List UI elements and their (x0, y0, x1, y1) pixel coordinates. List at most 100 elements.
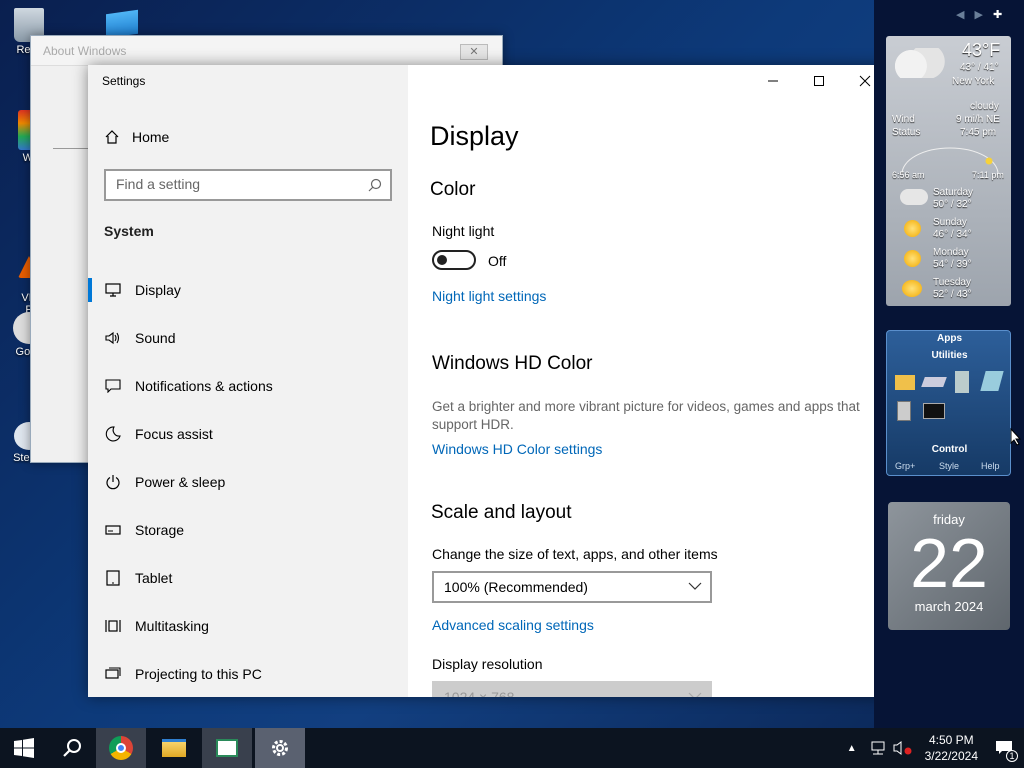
home-nav-item[interactable]: Home (104, 129, 169, 145)
temp-range: 43° / 41° (960, 62, 999, 73)
notification-icon (104, 377, 122, 395)
forecast-temps: 52° / 43° (933, 289, 972, 300)
status-label: Status (892, 127, 921, 138)
night-light-settings-link[interactable]: Night light settings (432, 288, 546, 304)
wind-value: 9 mi/h NE (956, 114, 1000, 125)
calendar-gadget[interactable]: friday 22 march 2024 (888, 502, 1010, 630)
forecast-day: Saturday (933, 187, 974, 198)
folder-icon[interactable] (895, 375, 915, 390)
resolution-label: Display resolution (432, 656, 543, 672)
forecast-day: Sunday (933, 217, 967, 228)
hdr-settings-link[interactable]: Windows HD Color settings (432, 441, 602, 457)
style-link[interactable]: Style (939, 461, 959, 471)
night-light-toggle[interactable] (432, 250, 476, 270)
sun-icon (904, 220, 921, 237)
city: New York (952, 76, 995, 87)
category-heading: System (104, 223, 154, 239)
apps-title: Apps (937, 333, 962, 344)
next-arrow-icon[interactable]: ▶ (974, 8, 982, 21)
nav-item-power[interactable]: Power & sleep (88, 458, 408, 506)
forecast-day: Tuesday (933, 277, 971, 288)
home-label: Home (132, 129, 170, 145)
scale-dropdown[interactable]: 100% (Recommended) (432, 571, 712, 603)
tablet-icon (104, 569, 122, 587)
apps-section: Utilities (931, 350, 968, 361)
network-icon[interactable] (869, 740, 887, 756)
color-heading: Color (430, 179, 476, 200)
nav-item-storage[interactable]: Storage (88, 506, 408, 554)
chrome-icon (109, 736, 133, 760)
notification-count: 1 (1006, 750, 1018, 762)
minimize-button[interactable] (750, 65, 796, 97)
desktop-icon-folder[interactable] (106, 9, 138, 39)
system-tray: ▲ 4:50 PM 3/22/2024 1 (847, 728, 1024, 768)
calendar-month-year: march 2024 (914, 599, 984, 614)
nav-item-notifications[interactable]: Notifications & actions (88, 362, 408, 410)
nav-item-multitasking[interactable]: Multitasking (88, 602, 408, 650)
start-button[interactable] (0, 728, 48, 768)
nav-item-label: Sound (135, 330, 176, 346)
settings-sidebar: Settings Home Find a setting System Disp… (88, 65, 408, 697)
nav-item-label: Power & sleep (135, 474, 226, 490)
chevron-up-icon[interactable]: ▲ (847, 743, 857, 754)
taskbar-settings[interactable] (255, 728, 305, 768)
weather-gadget[interactable]: 43°F 43° / 41° New York cloudy Wind 9 mi… (886, 36, 1011, 306)
partly-cloudy-icon (902, 280, 922, 297)
add-gadget-icon[interactable]: ✚ (993, 8, 1002, 21)
calculator-icon[interactable] (897, 401, 911, 421)
hdr-heading: Windows HD Color (432, 353, 593, 374)
chevron-down-icon (688, 582, 702, 590)
device-icon[interactable] (955, 371, 969, 393)
apps-gadget[interactable]: Apps Utilities Control Grp+ Style Help (886, 330, 1011, 476)
sunrise: 6:56 am (892, 170, 925, 180)
resolution-dropdown-value: 1024 × 768 (444, 689, 515, 697)
volume-muted-icon[interactable] (893, 740, 913, 756)
mouse-cursor (1010, 428, 1022, 446)
taskbar-about-windows[interactable] (202, 728, 252, 768)
help-link[interactable]: Help (981, 461, 1000, 471)
prev-arrow-icon[interactable]: ◀ (956, 8, 964, 21)
nav-item-tablet[interactable]: Tablet (88, 554, 408, 602)
condition: cloudy (970, 101, 999, 112)
search-input[interactable]: Find a setting (104, 169, 392, 201)
monitor-icon (104, 281, 122, 299)
terminal-icon[interactable] (923, 403, 945, 419)
group-add-link[interactable]: Grp+ (895, 461, 915, 471)
search-placeholder: Find a setting (116, 176, 201, 192)
multitasking-icon (104, 617, 122, 635)
nav-item-label: Tablet (135, 570, 173, 586)
search-icon (63, 739, 81, 757)
gear-icon (272, 740, 288, 756)
windows-logo-icon (14, 738, 34, 758)
forecast-temps: 46° / 34° (933, 229, 972, 240)
advanced-scaling-link[interactable]: Advanced scaling settings (432, 617, 594, 633)
scale-size-label: Change the size of text, apps, and other… (432, 546, 718, 562)
search-icon (368, 178, 382, 192)
taskbar-chrome[interactable] (96, 728, 146, 768)
taskbar: ▲ 4:50 PM 3/22/2024 1 (0, 728, 1024, 768)
taskbar-file-explorer[interactable] (149, 728, 199, 768)
nav-item-sound[interactable]: Sound (88, 314, 408, 362)
sunset: 7:11 pm (972, 170, 1004, 180)
maximize-icon (814, 76, 824, 86)
close-icon (859, 75, 871, 87)
action-center-button[interactable]: 1 (984, 728, 1024, 768)
drive-icon[interactable] (921, 377, 947, 387)
maximize-button[interactable] (796, 65, 842, 97)
nav-item-focus-assist[interactable]: Focus assist (88, 410, 408, 458)
clock-date: 3/22/2024 (924, 749, 978, 763)
clock[interactable]: 4:50 PM 3/22/2024 (925, 732, 978, 764)
search-button[interactable] (48, 728, 96, 768)
hdr-description: Get a brighter and more vibrant picture … (432, 399, 860, 432)
minimize-icon (768, 80, 778, 82)
home-icon (105, 130, 119, 144)
projector-icon (104, 665, 122, 683)
rain-cloud-icon (900, 189, 928, 205)
nav-item-display[interactable]: Display (88, 266, 408, 314)
nav-item-projecting[interactable]: Projecting to this PC (88, 650, 408, 697)
notepad-icon[interactable] (980, 371, 1004, 391)
resolution-dropdown[interactable]: 1024 × 768 (432, 681, 712, 697)
clock-time: 4:50 PM (928, 733, 974, 747)
about-close-button[interactable]: ✕ (460, 44, 488, 60)
gadget-nav: ◀ ▶ ✚ (956, 8, 1002, 21)
